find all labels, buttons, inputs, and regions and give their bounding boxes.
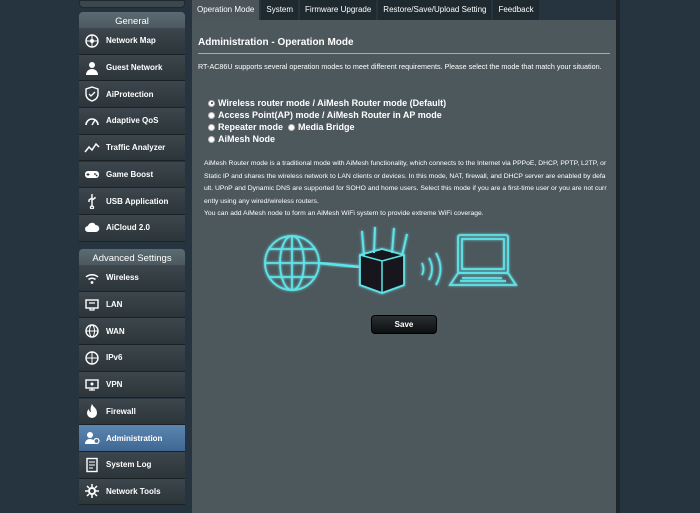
mode-label-wireless-router: Wireless router mode / AiMesh Router mod… bbox=[218, 98, 447, 108]
sidebar-item-firewall[interactable]: Firewall bbox=[79, 398, 185, 426]
administration-icon bbox=[84, 430, 100, 446]
tab-system[interactable]: System bbox=[261, 0, 299, 20]
info-line: AiMesh Router mode is a traditional mode… bbox=[204, 160, 607, 167]
system-log-icon bbox=[84, 457, 100, 473]
mode-label-aimesh-node: AiMesh Node bbox=[218, 134, 276, 144]
usb-icon bbox=[84, 193, 100, 210]
lan-icon bbox=[84, 297, 100, 313]
sidebar-item-ipv6[interactable]: IPv6 bbox=[79, 345, 185, 372]
sidebar-item-label: AiCloud 2.0 bbox=[106, 223, 151, 233]
cloud-icon bbox=[84, 220, 100, 236]
mode-option-repeater[interactable]: Repeater mode bbox=[208, 122, 283, 132]
title-divider bbox=[198, 53, 610, 54]
sidebar-item-traffic-analyzer[interactable]: Traffic Analyzer bbox=[79, 134, 185, 162]
sidebar-item-game-boost[interactable]: Game Boost bbox=[79, 161, 185, 189]
sidebar-item-label: Adaptive QoS bbox=[106, 116, 159, 126]
wifi-waves-icon bbox=[421, 252, 442, 286]
sidebar-top-edge bbox=[79, 0, 185, 8]
save-button[interactable]: Save bbox=[371, 315, 437, 334]
page-title: Administration - Operation Mode bbox=[198, 37, 354, 48]
sidebar: General Network Map Guest Network AiProt… bbox=[79, 0, 185, 513]
mode-label-media-bridge: Media Bridge bbox=[298, 122, 355, 132]
info-line: Static IP and shares the wireless networ… bbox=[204, 172, 606, 180]
wan-icon bbox=[84, 323, 100, 339]
sidebar-item-label: Guest Network bbox=[106, 63, 163, 73]
wireless-icon bbox=[84, 270, 100, 286]
radio-access-point[interactable] bbox=[208, 111, 215, 119]
sidebar-item-label: Wireless bbox=[106, 273, 139, 283]
laptop-icon bbox=[448, 234, 518, 286]
sidebar-item-label: IPv6 bbox=[106, 353, 123, 363]
main-panel: Administration - Operation Mode RT-AC86U… bbox=[192, 20, 616, 513]
sidebar-item-label: AiProtection bbox=[106, 89, 154, 99]
sidebar-item-label: USB Application bbox=[106, 196, 169, 206]
info-line: You can add AiMesh node to form an AiMes… bbox=[204, 210, 484, 217]
sidebar-item-lan[interactable]: LAN bbox=[79, 291, 185, 319]
globe-icon bbox=[264, 235, 320, 291]
sidebar-item-aiprotection[interactable]: AiProtection bbox=[79, 81, 185, 109]
sidebar-item-label: Game Boost bbox=[106, 169, 154, 179]
tab-bar: Operation Mode System Firmware Upgrade R… bbox=[192, 0, 541, 20]
radio-aimesh-node[interactable] bbox=[208, 135, 215, 143]
aiprotection-icon bbox=[84, 86, 100, 102]
mode-label-repeater: Repeater mode bbox=[218, 122, 284, 132]
sidebar-item-label: Firewall bbox=[106, 406, 136, 416]
adaptive-qos-icon bbox=[84, 113, 100, 129]
tab-restore-save-upload[interactable]: Restore/Save/Upload Setting bbox=[378, 0, 492, 20]
mode-diagram bbox=[264, 226, 518, 294]
sidebar-item-label: Network Tools bbox=[106, 486, 161, 496]
sidebar-item-label: Network Map bbox=[106, 36, 156, 46]
radio-wireless-router[interactable] bbox=[208, 99, 215, 107]
cable-line bbox=[318, 261, 361, 269]
router-icon bbox=[359, 226, 408, 294]
radio-repeater[interactable] bbox=[208, 123, 215, 131]
guest-network-icon bbox=[84, 60, 100, 76]
sidebar-item-adaptive-qos[interactable]: Adaptive QoS bbox=[79, 108, 185, 135]
tab-firmware-upgrade[interactable]: Firmware Upgrade bbox=[300, 0, 377, 20]
mode-option-aimesh-node[interactable]: AiMesh Node bbox=[208, 134, 275, 144]
sidebar-item-label: System Log bbox=[106, 460, 152, 470]
sidebar-item-label: LAN bbox=[106, 300, 123, 310]
sidebar-item-wan[interactable]: WAN bbox=[79, 318, 185, 346]
mode-option-wireless-router[interactable]: Wireless router mode / AiMesh Router mod… bbox=[208, 98, 446, 108]
sidebar-item-system-log[interactable]: System Log bbox=[79, 451, 185, 479]
page-description: RT-AC86U supports several operation mode… bbox=[198, 62, 602, 71]
sidebar-item-aicloud[interactable]: AiCloud 2.0 bbox=[79, 214, 185, 242]
mode-option-media-bridge[interactable]: Media Bridge bbox=[288, 122, 355, 132]
network-tools-icon bbox=[84, 483, 100, 499]
sidebar-item-label: Traffic Analyzer bbox=[106, 143, 166, 153]
game-boost-icon bbox=[84, 166, 100, 182]
sidebar-item-network-tools[interactable]: Network Tools bbox=[79, 478, 185, 506]
mode-info-text: AiMesh Router mode is a traditional mode… bbox=[204, 158, 608, 221]
mode-label-access-point: Access Point(AP) mode / AiMesh Router in… bbox=[218, 110, 442, 120]
sidebar-item-label: VPN bbox=[106, 380, 123, 390]
sidebar-item-network-map[interactable]: Network Map bbox=[79, 28, 185, 55]
info-line: ult. UPnP and Dynamic DNS are supported … bbox=[204, 185, 607, 192]
tab-operation-mode[interactable]: Operation Mode bbox=[192, 0, 260, 20]
operation-mode-options: Wireless router mode / AiMesh Router mod… bbox=[208, 97, 451, 145]
sidebar-item-label: Administration bbox=[106, 433, 163, 443]
sidebar-item-wireless[interactable]: Wireless bbox=[79, 265, 185, 292]
ipv6-icon bbox=[84, 350, 100, 366]
sidebar-item-administration[interactable]: Administration bbox=[79, 425, 185, 452]
sidebar-item-label: WAN bbox=[106, 326, 125, 336]
info-line: ently using any wired/wireless routers. bbox=[204, 197, 319, 205]
traffic-analyzer-icon bbox=[84, 140, 100, 156]
right-edge-border bbox=[616, 0, 620, 513]
radio-media-bridge[interactable] bbox=[288, 123, 296, 131]
mode-option-access-point[interactable]: Access Point(AP) mode / AiMesh Router in… bbox=[208, 110, 442, 120]
sidebar-item-guest-network[interactable]: Guest Network bbox=[79, 54, 185, 82]
firewall-icon bbox=[84, 403, 100, 419]
tab-feedback[interactable]: Feedback bbox=[493, 0, 539, 20]
sidebar-item-usb-application[interactable]: USB Application bbox=[79, 188, 185, 215]
network-map-icon bbox=[84, 33, 100, 49]
sidebar-item-vpn[interactable]: VPN bbox=[79, 371, 185, 399]
vpn-icon bbox=[84, 377, 100, 393]
